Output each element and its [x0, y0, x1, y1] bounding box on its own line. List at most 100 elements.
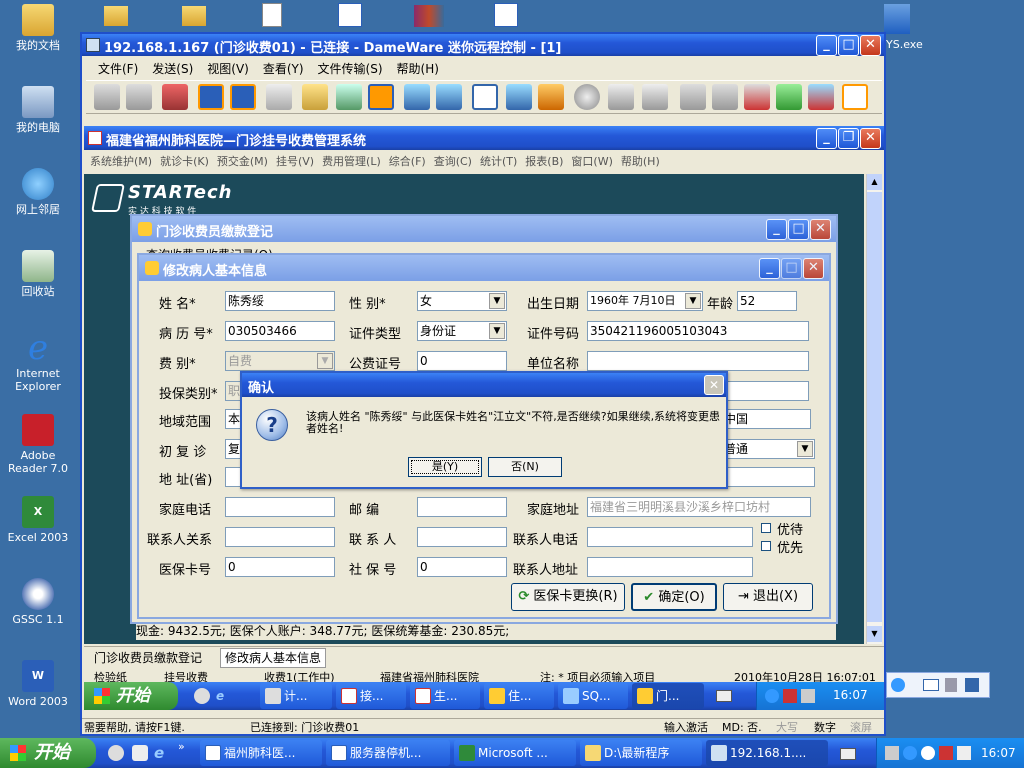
close-button[interactable]: ✕	[803, 258, 824, 279]
tray-icon[interactable]	[921, 746, 935, 760]
home-address-field[interactable]: 福建省三明明溪县沙溪乡梓口坊村	[587, 497, 811, 517]
his-menu-help[interactable]: 帮助(H)	[621, 155, 660, 168]
keyboard-icon[interactable]	[840, 748, 856, 760]
maximize-button[interactable]: □	[788, 219, 809, 240]
priority-checkbox[interactable]	[761, 523, 771, 533]
archive-icon[interactable]	[414, 5, 444, 27]
menu-send[interactable]: 发送(S)	[152, 62, 193, 76]
tab-modify-patient[interactable]: 修改病人基本信息	[220, 648, 327, 668]
remote-task-4[interactable]: 住...	[484, 683, 554, 709]
ie-icon[interactable]: e	[154, 744, 170, 762]
network-add-icon[interactable]	[808, 84, 834, 110]
minimize-button[interactable]: _	[816, 35, 837, 56]
task-microsoft[interactable]: Microsoft ...	[454, 740, 576, 766]
level-select[interactable]: 普通 ▼	[721, 439, 815, 459]
quicklaunch-icon[interactable]	[194, 688, 210, 704]
desktop-icon-network-places[interactable]: 网上邻居	[0, 168, 76, 216]
social-field[interactable]: 0	[417, 557, 507, 577]
quicklaunch-icon[interactable]	[108, 745, 124, 761]
contact-field[interactable]	[417, 527, 507, 547]
network-icon[interactable]	[712, 84, 738, 110]
menu-file-transfer[interactable]: 文件传输(S)	[318, 62, 383, 76]
zip-field[interactable]	[417, 497, 507, 517]
window-icon[interactable]	[842, 84, 868, 110]
select-icon[interactable]	[436, 84, 462, 110]
folder-icon[interactable]	[182, 6, 206, 26]
change-card-button[interactable]: ⟳ 医保卡更换(R)	[511, 583, 625, 611]
confirm-titlebar[interactable]: 确认 ✕	[242, 373, 726, 397]
task-server-down[interactable]: 服务器停机...	[326, 740, 450, 766]
his-menu-card[interactable]: 就诊卡(K)	[160, 155, 209, 168]
tray-icon[interactable]	[903, 746, 917, 760]
remote-task-3[interactable]: 生...	[410, 683, 480, 709]
tab-payment-register[interactable]: 门诊收费员缴款登记	[90, 649, 206, 667]
desktop-icon-gssc[interactable]: GSSC 1.1	[0, 578, 76, 626]
unit-field[interactable]	[587, 351, 809, 371]
age-field[interactable]: 52	[737, 291, 797, 311]
yes-button[interactable]: 是(Y)	[408, 457, 482, 477]
desktop-icon-excel[interactable]: X Excel 2003	[0, 496, 76, 544]
network-add-icon[interactable]	[776, 84, 802, 110]
tray-icon[interactable]	[765, 689, 779, 703]
tray-icon[interactable]	[957, 746, 971, 760]
task-fuzhou-hospital[interactable]: 福州肺科医...	[200, 740, 322, 766]
pointer-icon[interactable]	[404, 84, 430, 110]
cphone-field[interactable]	[587, 527, 753, 547]
name-field[interactable]: 陈秀绥	[225, 291, 335, 311]
exit-button[interactable]: ⇥ 退出(X)	[723, 583, 813, 611]
ys-exe-icon[interactable]	[884, 4, 910, 34]
settings-icon[interactable]	[538, 84, 564, 110]
keyboard-icon[interactable]	[716, 690, 732, 702]
close-button[interactable]: ✕	[860, 35, 881, 56]
remote-task-1[interactable]: 计...	[260, 683, 332, 709]
remote-task-6[interactable]: 门...	[632, 683, 704, 709]
his-menu-stats[interactable]: 统计(T)	[480, 155, 517, 168]
dameware-titlebar[interactable]: 192.168.1.167 (门诊收费01) - 已连接 - DameWare …	[82, 34, 884, 56]
disc-icon[interactable]	[574, 84, 600, 110]
desktop-icon-my-computer[interactable]: 我的电脑	[0, 86, 76, 134]
connect-icon[interactable]	[94, 84, 120, 110]
grid-icon[interactable]	[506, 84, 532, 110]
record-field[interactable]: 030503466	[225, 321, 335, 341]
text-icon[interactable]	[266, 84, 292, 110]
addr-right-field[interactable]	[721, 467, 815, 487]
scroll-thumb[interactable]	[867, 192, 882, 622]
caddr-field[interactable]	[587, 557, 753, 577]
his-menu-prepay[interactable]: 预交金(M)	[217, 155, 268, 168]
menu-file[interactable]: 文件(F)	[98, 62, 138, 76]
country-field[interactable]: 中国	[721, 409, 811, 429]
quicklaunch-icon[interactable]	[132, 745, 148, 761]
phone-field[interactable]	[225, 497, 335, 517]
close-button[interactable]: ✕	[704, 375, 724, 395]
pubno-field[interactable]: 0	[417, 351, 507, 371]
printer-icon[interactable]	[608, 84, 634, 110]
desktop-icon-word[interactable]: W Word 2003	[0, 660, 76, 708]
fullscreen-icon[interactable]	[198, 84, 224, 110]
network-remove-icon[interactable]	[744, 84, 770, 110]
card-field[interactable]: 0	[225, 557, 335, 577]
remote-task-5[interactable]: SQ...	[558, 683, 628, 709]
birth-date-picker[interactable]: 1960年 7月10日 ▼	[587, 291, 703, 311]
region-icon[interactable]	[472, 84, 498, 110]
desktop-icon-adobe-reader[interactable]: Adobe Reader 7.0	[0, 414, 76, 475]
idno-field[interactable]: 350421196005103043	[587, 321, 809, 341]
patient-form-titlebar[interactable]: 修改病人基本信息 _ □ ✕	[139, 255, 829, 281]
word-doc-icon[interactable]	[494, 3, 518, 27]
close-button[interactable]: ✕	[810, 219, 831, 240]
first-checkbox[interactable]	[761, 541, 771, 551]
ie-icon[interactable]: e	[216, 688, 232, 704]
chevron-down-icon[interactable]: ▼	[489, 323, 505, 339]
tray-icon[interactable]	[801, 689, 815, 703]
payment-titlebar[interactable]: 门诊收费员缴款登记 _ □ ✕	[132, 216, 836, 242]
rel-field[interactable]	[225, 527, 335, 547]
send-icon[interactable]	[126, 84, 152, 110]
tray-icon[interactable]	[783, 689, 797, 703]
restore-button[interactable]: ❐	[838, 128, 859, 149]
his-menu-report[interactable]: 报表(B)	[525, 155, 563, 168]
scroll-up-icon[interactable]: ▲	[867, 174, 882, 190]
scroll-down-icon[interactable]: ▼	[867, 626, 882, 642]
desktop-icon-internet-explorer[interactable]: e Internet Explorer	[0, 331, 76, 393]
task-folder[interactable]: D:\最新程序	[580, 740, 702, 766]
word-doc-icon[interactable]	[338, 3, 362, 27]
disconnect-icon[interactable]	[162, 84, 188, 110]
